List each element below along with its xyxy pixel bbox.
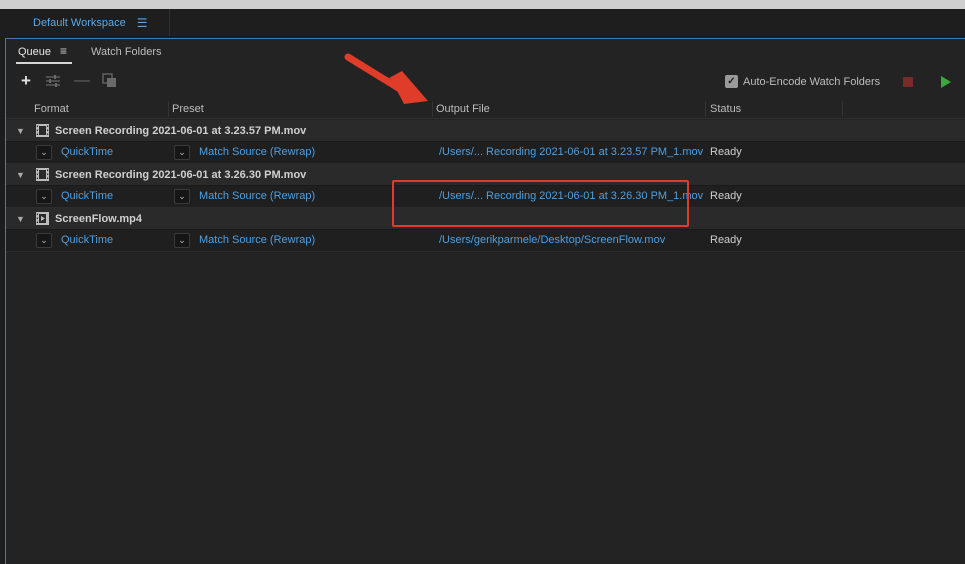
chevron-down-icon[interactable]: ▼ bbox=[16, 214, 25, 224]
format-dropdown-chevron-icon[interactable]: ⌄ bbox=[36, 145, 52, 160]
auto-encode-checkbox[interactable]: ✓ bbox=[725, 75, 738, 88]
preset-dropdown-chevron-icon[interactable]: ⌄ bbox=[174, 189, 190, 204]
queue-item-row[interactable]: ⌄ QuickTime ⌄ Match Source (Rewrap) /Use… bbox=[6, 142, 965, 164]
queue-toolbar: + — ✓ Auto-Encode Watch Folders bbox=[6, 69, 965, 97]
format-link[interactable]: QuickTime bbox=[61, 234, 113, 246]
preset-link[interactable]: Match Source (Rewrap) bbox=[199, 190, 315, 202]
stop-queue-button[interactable] bbox=[903, 77, 913, 87]
group-title: ScreenFlow.mp4 bbox=[55, 212, 143, 225]
workspace-tab[interactable]: Default Workspace ☰ bbox=[14, 9, 170, 36]
duplicate-icon[interactable] bbox=[101, 72, 119, 90]
group-title: Screen Recording 2021-06-01 at 3.26.30 P… bbox=[55, 168, 307, 181]
column-headers: Format Preset Output File Status bbox=[6, 99, 965, 119]
column-divider bbox=[705, 101, 706, 117]
workspace-title: Default Workspace bbox=[33, 16, 126, 29]
auto-encode-toggle[interactable]: ✓ Auto-Encode Watch Folders bbox=[725, 75, 880, 88]
annotation-arrow-icon bbox=[344, 53, 428, 104]
preset-link[interactable]: Match Source (Rewrap) bbox=[199, 234, 315, 246]
tab-queue[interactable]: Queue bbox=[18, 46, 51, 58]
format-dropdown-chevron-icon[interactable]: ⌄ bbox=[36, 189, 52, 204]
preset-dropdown-chevron-icon[interactable]: ⌄ bbox=[174, 233, 190, 248]
preset-link[interactable]: Match Source (Rewrap) bbox=[199, 146, 315, 158]
workspace-bar: Default Workspace ☰ bbox=[0, 9, 965, 36]
menu-icon[interactable]: ☰ bbox=[137, 16, 148, 30]
queue-item-row[interactable]: ⌄ QuickTime ⌄ Match Source (Rewrap) /Use… bbox=[6, 230, 965, 252]
output-file-link[interactable]: /Users/... Recording 2021-06-01 at 3.23.… bbox=[439, 146, 703, 158]
status-text: Ready bbox=[710, 146, 742, 158]
highlight-annotation-box bbox=[392, 180, 689, 227]
chevron-down-icon[interactable]: ▼ bbox=[16, 170, 25, 180]
active-tab-indicator bbox=[16, 62, 72, 64]
status-text: Ready bbox=[710, 190, 742, 202]
column-divider bbox=[842, 101, 843, 117]
settings-sliders-icon[interactable] bbox=[44, 72, 62, 90]
queue-panel: Queue ≡ Watch Folders + — ✓ Auto-Encode … bbox=[5, 38, 965, 564]
column-format[interactable]: Format bbox=[34, 103, 69, 115]
format-link[interactable]: QuickTime bbox=[61, 190, 113, 202]
group-title: Screen Recording 2021-06-01 at 3.23.57 P… bbox=[55, 124, 307, 137]
tab-watch-folders[interactable]: Watch Folders bbox=[91, 46, 162, 58]
panel-tabs: Queue ≡ Watch Folders bbox=[6, 39, 965, 65]
top-window-strip bbox=[0, 0, 965, 9]
column-divider bbox=[432, 101, 433, 117]
add-source-icon[interactable]: + bbox=[17, 71, 35, 90]
preset-dropdown-chevron-icon[interactable]: ⌄ bbox=[174, 145, 190, 160]
chevron-down-icon[interactable]: ▼ bbox=[16, 126, 25, 136]
film-video-icon bbox=[36, 212, 49, 225]
column-output-file[interactable]: Output File bbox=[436, 103, 490, 115]
start-queue-button[interactable] bbox=[941, 76, 951, 88]
format-dropdown-chevron-icon[interactable]: ⌄ bbox=[36, 233, 52, 248]
status-text: Ready bbox=[710, 234, 742, 246]
column-status[interactable]: Status bbox=[710, 103, 741, 115]
column-preset[interactable]: Preset bbox=[172, 103, 204, 115]
film-icon bbox=[36, 168, 49, 181]
queue-menu-icon[interactable]: ≡ bbox=[60, 44, 67, 58]
remove-icon[interactable]: — bbox=[73, 72, 91, 90]
auto-encode-label: Auto-Encode Watch Folders bbox=[743, 75, 881, 88]
output-file-link[interactable]: /Users/gerikparmele/Desktop/ScreenFlow.m… bbox=[439, 234, 665, 246]
column-divider bbox=[168, 101, 169, 117]
format-link[interactable]: QuickTime bbox=[61, 146, 113, 158]
queue-group[interactable]: ▼ Screen Recording 2021-06-01 at 3.23.57… bbox=[6, 120, 965, 142]
film-icon bbox=[36, 124, 49, 137]
